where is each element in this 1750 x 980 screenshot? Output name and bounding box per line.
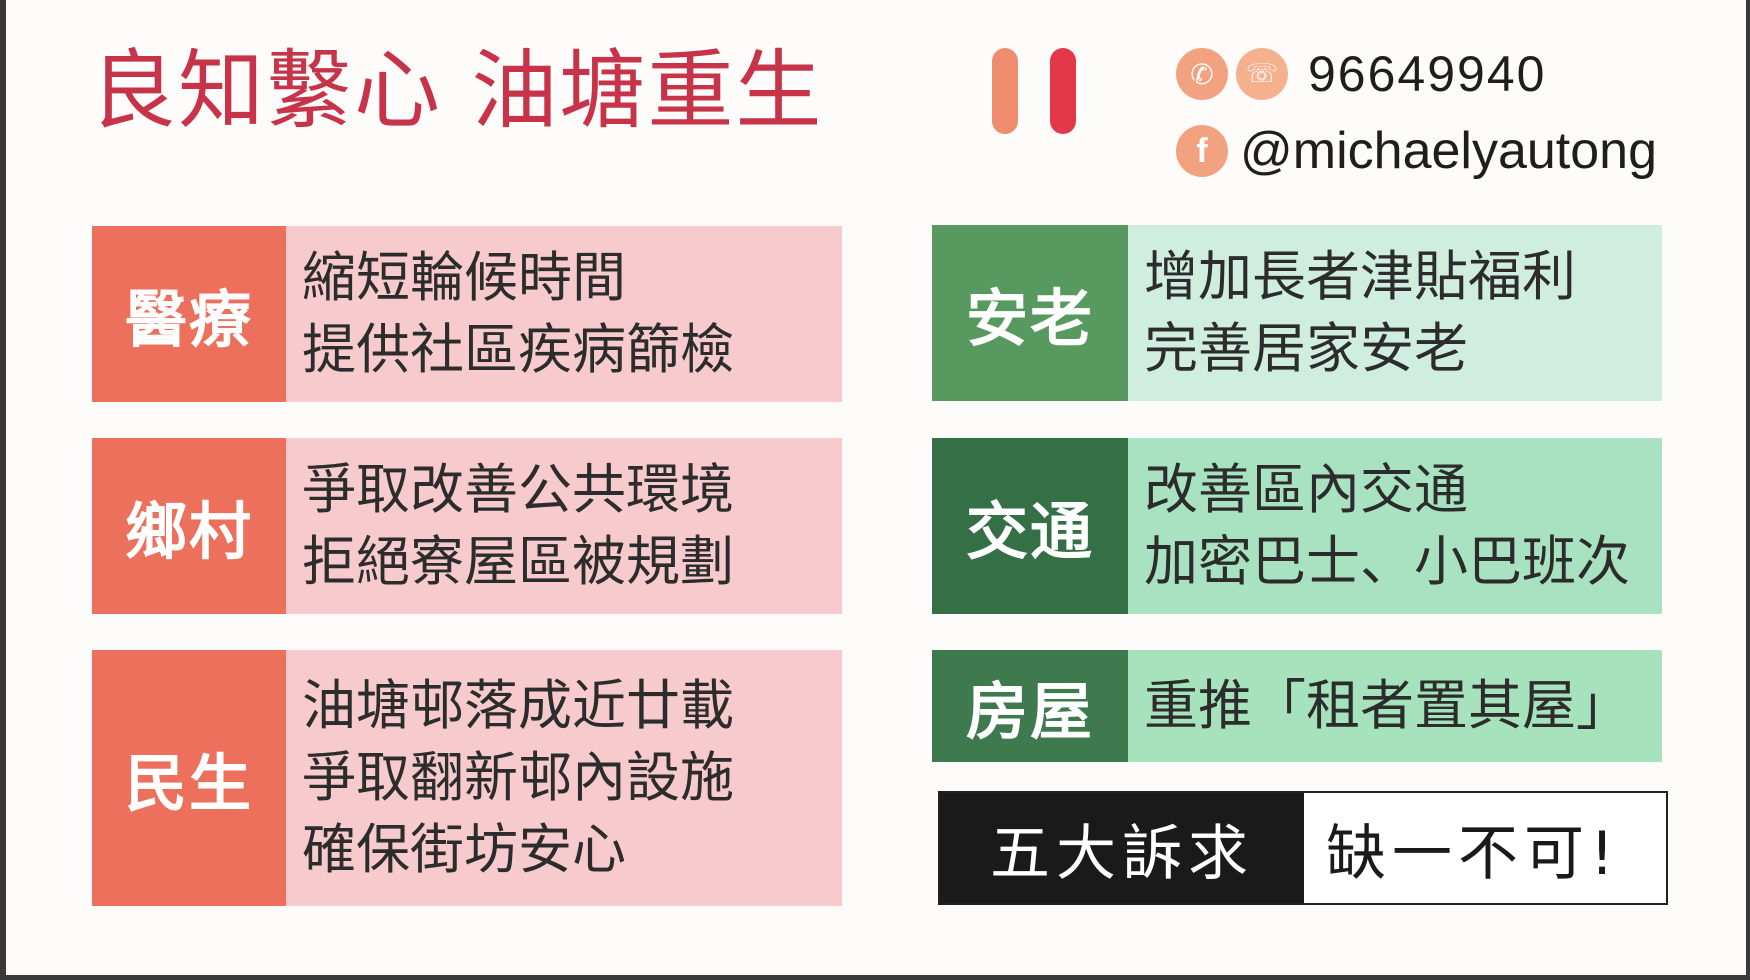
facebook-handle: @michaelyautong — [1240, 122, 1658, 180]
pledge-housing: 房屋 重推「租者置其屋」 — [932, 650, 1662, 762]
pledge-line: 改善區內交通 — [1144, 458, 1468, 521]
pledge-line: 確保街坊安心 — [302, 818, 626, 881]
slogan-right: 缺一不可! — [1304, 793, 1666, 903]
pledge-description: 爭取改善公共環境 拒絕寮屋區被規劃 — [286, 438, 842, 614]
pledge-line: 爭取翻新邨內設施 — [302, 746, 734, 809]
pledge-description: 縮短輪候時間 提供社區疾病篩檢 — [286, 226, 842, 402]
pledge-line: 油塘邨落成近廿載 — [302, 674, 734, 737]
pledge-tag: 醫療 — [92, 226, 286, 402]
pledge-livelihood: 民生 油塘邨落成近廿載 爭取翻新邨內設施 確保街坊安心 — [92, 650, 842, 906]
pledge-tag: 交通 — [932, 438, 1128, 614]
pledge-elderly: 安老 增加長者津貼福利 完善居家安老 — [932, 225, 1662, 401]
pledge-tag: 房屋 — [932, 650, 1128, 762]
pledge-line: 縮短輪候時間 — [302, 246, 626, 309]
facebook-row: f @michaelyautong — [1176, 121, 1657, 181]
phone-row: ✆ ☏ 96649940 — [1176, 45, 1546, 103]
pledge-line: 完善居家安老 — [1144, 317, 1468, 380]
facebook-icon: f — [1176, 125, 1228, 177]
pledge-tag: 民生 — [92, 650, 286, 906]
campaign-card: 良知繫心 油塘重生 ✆ ☏ 96649940 f @michaelyautong… — [6, 0, 1746, 975]
phone-number: 96649940 — [1308, 46, 1547, 102]
pledge-description: 重推「租者置其屋」 — [1128, 650, 1662, 762]
slogan-left: 五大訴求 — [940, 793, 1304, 903]
pledge-line: 增加長者津貼福利 — [1144, 245, 1576, 308]
phone-icon: ✆ — [1176, 48, 1228, 100]
pledge-medical: 醫療 縮短輪候時間 提供社區疾病篩檢 — [92, 226, 842, 402]
pledge-line: 拒絕寮屋區被規劃 — [302, 530, 734, 593]
pledge-description: 增加長者津貼福利 完善居家安老 — [1128, 225, 1662, 401]
pledge-transport: 交通 改善區內交通 加密巴士、小巴班次 — [932, 438, 1662, 614]
bar-right — [1050, 48, 1076, 134]
slogan-box: 五大訴求 缺一不可! — [938, 791, 1668, 905]
pledge-line: 重推「租者置其屋」 — [1144, 674, 1630, 737]
pledge-line: 提供社區疾病篩檢 — [302, 318, 734, 381]
pledge-tag: 鄉村 — [92, 438, 286, 614]
pledge-line: 加密巴士、小巴班次 — [1144, 530, 1630, 593]
pledge-description: 改善區內交通 加密巴士、小巴班次 — [1128, 438, 1662, 614]
bar-left — [992, 48, 1018, 134]
pledge-tag: 安老 — [932, 225, 1128, 401]
pledge-line: 爭取改善公共環境 — [302, 458, 734, 521]
whatsapp-icon: ☏ — [1236, 48, 1288, 100]
pledge-rural: 鄉村 爭取改善公共環境 拒絕寮屋區被規劃 — [92, 438, 842, 614]
campaign-title: 良知繫心 油塘重生 — [90, 41, 824, 141]
pledge-description: 油塘邨落成近廿載 爭取翻新邨內設施 確保街坊安心 — [286, 650, 842, 906]
